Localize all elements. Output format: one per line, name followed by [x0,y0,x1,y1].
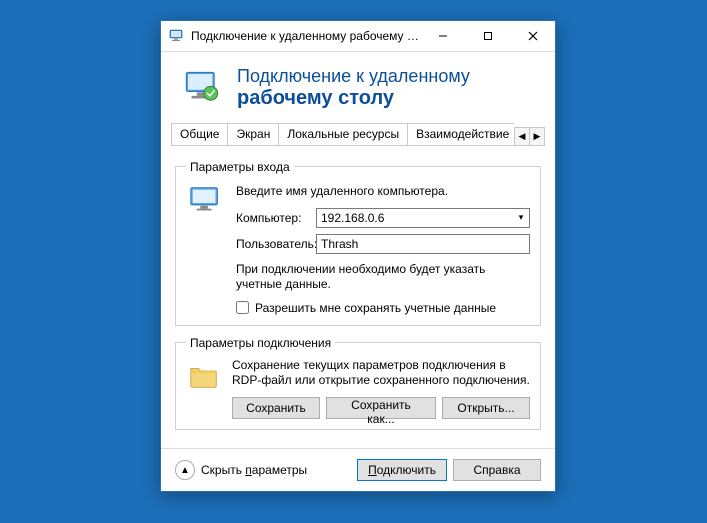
hide-options-button[interactable]: ▲ Скрыть параметры [175,460,357,480]
tab-scroll-left[interactable]: ◀ [514,127,530,146]
save-as-button[interactable]: Сохранить как... [326,397,436,419]
folder-icon [186,358,222,394]
chevron-down-icon[interactable]: ▾ [513,209,529,227]
dialog-footer: ▲ Скрыть параметры Подключить Справка [161,448,555,491]
login-settings-legend: Параметры входа [186,160,294,174]
login-settings-group: Параметры входа Введите имя удаленного к… [175,160,541,326]
tabstrip: Общие Экран Локальные ресурсы Взаимодейс… [171,122,545,146]
connection-settings-group: Параметры подключения Сохранение текущих… [175,336,541,430]
maximize-button[interactable] [465,21,510,51]
app-icon [169,28,185,44]
save-credentials-checkbox[interactable]: Разрешить мне сохранять учетные данные [236,301,530,315]
credentials-note: При подключении необходимо будет указать… [236,262,530,293]
tab-experience[interactable]: Взаимодействие [407,123,514,145]
rdp-dialog: Подключение к удаленному рабочему с... [160,20,556,492]
tab-content-general: Параметры входа Введите имя удаленного к… [161,146,555,448]
titlebar: Подключение к удаленному рабочему с... [161,21,555,52]
open-button[interactable]: Открыть... [442,397,530,419]
user-label: Пользователь: [236,237,316,251]
tab-scroll: ◀ ▶ [514,126,545,145]
connection-description: Сохранение текущих параметров подключени… [232,358,530,389]
tab-general[interactable]: Общие [171,123,228,145]
connection-settings-legend: Параметры подключения [186,336,335,350]
username-field[interactable] [316,234,530,254]
tab-scroll-right[interactable]: ▶ [530,127,545,146]
close-button[interactable] [510,21,555,51]
banner-line2: рабочему столу [237,87,470,110]
tab-display[interactable]: Экран [227,123,279,145]
connect-button[interactable]: Подключить [357,459,447,481]
save-credentials-input[interactable] [236,301,249,314]
monitor-icon [186,182,226,222]
header-banner: Подключение к удаленному рабочему столу [161,52,555,122]
window-controls [420,21,555,51]
minimize-button[interactable] [420,21,465,51]
computer-combobox[interactable] [316,208,530,228]
chevron-up-icon: ▲ [175,460,195,480]
rdp-icon [181,67,223,109]
banner-text: Подключение к удаленному рабочему столу [237,66,470,110]
login-intro: Введите имя удаленного компьютера. [236,184,530,198]
save-button[interactable]: Сохранить [232,397,320,419]
computer-label: Компьютер: [236,211,316,225]
tab-local[interactable]: Локальные ресурсы [278,123,408,145]
save-credentials-label: Разрешить мне сохранять учетные данные [255,301,496,315]
help-button[interactable]: Справка [453,459,541,481]
window-title: Подключение к удаленному рабочему с... [191,29,420,43]
banner-line1: Подключение к удаленному [237,66,470,87]
